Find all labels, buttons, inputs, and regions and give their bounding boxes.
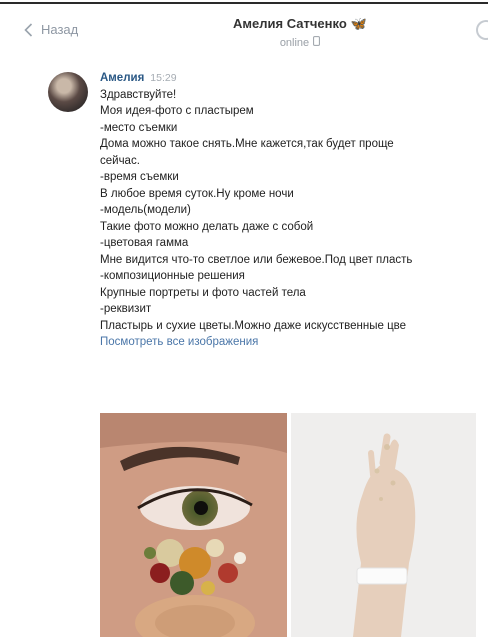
chat-header: Назад Амелия Сатченко 🦋 online [0, 6, 488, 62]
call-icon[interactable] [476, 20, 488, 40]
view-all-images-link[interactable]: Посмотреть все изображения [100, 334, 488, 351]
back-button[interactable]: Назад [24, 22, 78, 37]
window-top-border [0, 2, 488, 4]
message-line: Пластырь и сухие цветы.Можно даже искусс… [100, 319, 407, 332]
chevron-left-icon [24, 22, 33, 37]
message-text: Здравствуйте! Моя идея-фото с пластырем … [100, 87, 488, 351]
mobile-phone-icon [313, 36, 321, 49]
message-line: -цветовая гамма [100, 237, 189, 249]
message-line: -место съемки [100, 121, 178, 134]
message-line: -время съемки [100, 171, 179, 183]
butterfly-emoji-icon: 🦋 [350, 16, 367, 31]
online-status: online [200, 36, 400, 49]
message-line: Такие фото можно делать даже с собой [100, 220, 314, 233]
photo-face-with-flowers[interactable] [100, 413, 287, 637]
message-line: -композиционные решения [100, 270, 245, 282]
chat-title[interactable]: Амелия Сатченко 🦋 online [200, 16, 400, 49]
back-label: Назад [41, 22, 79, 37]
message-line: Крупные портреты и фото частей тела [100, 286, 306, 299]
message: Амелия 15:29 Здравствуйте! Моя идея-фото… [100, 70, 488, 351]
avatar[interactable] [48, 72, 88, 112]
message-line: сейчас. [100, 154, 140, 167]
message-line: Здравствуйте! [100, 88, 177, 101]
message-line: Дома можно такое снять.Мне кажется,так б… [100, 138, 394, 150]
message-line: -модель(модели) [100, 204, 191, 216]
message-author[interactable]: Амелия [100, 70, 144, 87]
attached-photos [100, 413, 480, 637]
message-line: -реквизит [100, 303, 152, 315]
message-time: 15:29 [150, 72, 177, 84]
message-line: Моя идея-фото с пластырем [100, 105, 254, 117]
contact-name: Амелия Сатченко [233, 16, 347, 31]
photo-wrist-with-plaster[interactable] [291, 413, 476, 637]
message-line: Мне видится что-то светлое или бежевое.П… [100, 253, 413, 266]
message-line: В любое время суток.Ну кроме ночи [100, 187, 294, 200]
